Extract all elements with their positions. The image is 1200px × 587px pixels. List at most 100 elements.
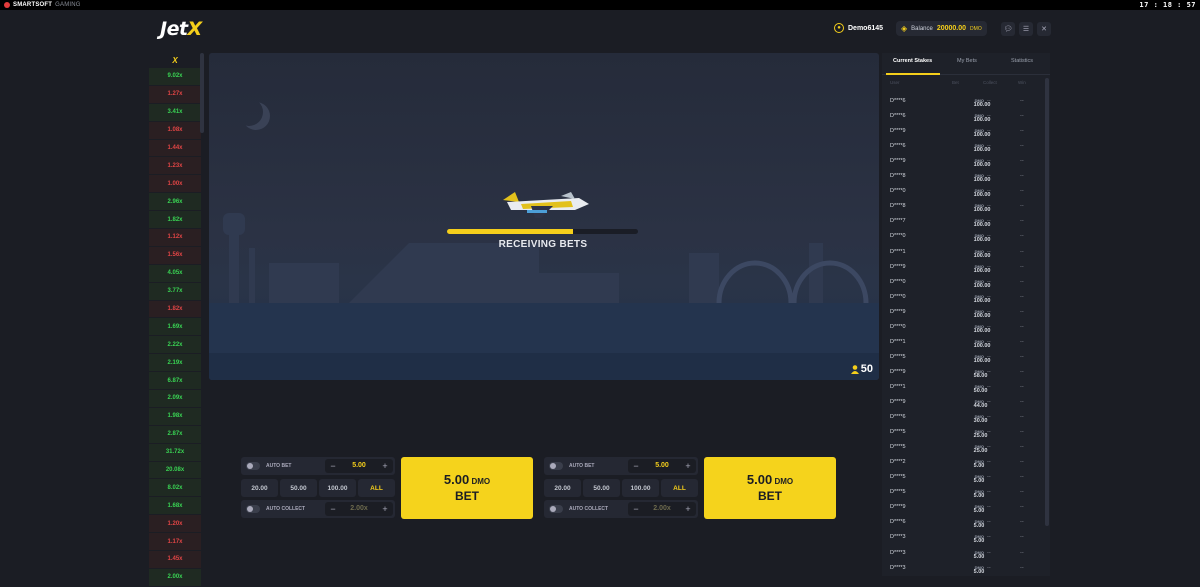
- stake-bet: 50.00 DMO: [973, 383, 988, 394]
- stake-bet: 44.00 DMO: [973, 399, 988, 409]
- stake-collect: --: [987, 323, 991, 330]
- stake-collect: --: [987, 128, 991, 135]
- stake-win: --: [1020, 549, 1024, 556]
- chip-20[interactable]: 20.00: [241, 479, 278, 497]
- bet-button-label: BET: [758, 489, 782, 503]
- chip-100[interactable]: 100.00: [319, 479, 356, 497]
- decrease-button[interactable]: −: [327, 460, 339, 472]
- history-multiplier: 31.72x: [149, 443, 201, 462]
- increase-button[interactable]: +: [379, 460, 391, 472]
- stake-bet: 100.00 DMO: [973, 128, 991, 139]
- bet-amount-stepper[interactable]: − 5.00 +: [628, 459, 696, 473]
- collect-value[interactable]: 2.00x: [642, 505, 682, 512]
- stake-row: D****9 100.00 DMO -- --: [882, 124, 1042, 139]
- stake-row: D****6 30.00 DMO -- --: [882, 410, 1042, 425]
- stake-bet: 30.00 DMO: [973, 414, 988, 425]
- column-user: User: [890, 80, 900, 85]
- stake-collect: --: [987, 248, 991, 255]
- auto-bet-toggle[interactable]: [246, 462, 260, 470]
- user-info[interactable]: ● Demo6145: [834, 23, 883, 33]
- stake-collect: --: [987, 534, 991, 541]
- close-button[interactable]: ✕: [1037, 22, 1051, 36]
- stakes-column-headers: User Bet Collect Win: [882, 80, 1042, 88]
- bet-button[interactable]: 5.00 DMO BET: [401, 457, 533, 519]
- increase-button[interactable]: +: [682, 460, 694, 472]
- stake-user: D****6: [890, 98, 906, 104]
- auto-bet-toggle[interactable]: [549, 462, 563, 470]
- tab-my-bets[interactable]: My Bets: [957, 58, 977, 64]
- auto-collect-toggle[interactable]: [549, 505, 563, 513]
- stake-user: D****9: [890, 504, 906, 511]
- stake-bet: 100.00 DMO: [973, 353, 991, 364]
- column-collect: Collect: [983, 80, 997, 85]
- decrease-button[interactable]: −: [630, 460, 642, 472]
- stake-win: --: [1020, 128, 1024, 135]
- stake-user: D****9: [890, 263, 906, 270]
- stake-collect: --: [987, 353, 991, 360]
- history-multiplier: 1.82x: [149, 211, 201, 230]
- collect-stepper[interactable]: − 2.00x +: [325, 502, 393, 516]
- stake-bet: 100.00 DMO: [973, 293, 991, 304]
- bet-amount-value[interactable]: 5.00: [339, 462, 379, 469]
- stake-collect: --: [987, 444, 991, 451]
- bet-button-amount: 5.00: [746, 472, 773, 487]
- bet-button[interactable]: 5.00 DMO BET: [704, 457, 836, 519]
- stake-user: D****5: [890, 429, 906, 436]
- history-multiplier: 3.41x: [149, 103, 201, 122]
- menu-button[interactable]: ☰: [1019, 22, 1033, 36]
- stake-user: D****1: [890, 248, 906, 255]
- stake-user: D****7: [890, 218, 906, 225]
- chip-50[interactable]: 50.00: [583, 479, 620, 497]
- stake-bet: 5.00 DMO: [973, 549, 985, 560]
- chip-50[interactable]: 50.00: [280, 479, 317, 497]
- stake-collect: --: [987, 98, 991, 104]
- stake-row: D****6 100.00 DMO -- --: [882, 109, 1042, 124]
- stake-bet: 100.00 DMO: [973, 143, 991, 154]
- stake-win: --: [1020, 98, 1024, 104]
- balance-currency: DMO: [970, 25, 982, 32]
- history-header: X: [172, 56, 178, 65]
- auto-collect-label: AUTO COLLECT: [266, 506, 306, 512]
- collect-stepper[interactable]: − 2.00x +: [628, 502, 696, 516]
- stake-user: D****6: [890, 519, 906, 526]
- stake-win: --: [1020, 233, 1024, 240]
- bet-panel-1: AUTO BET − 5.00 + 20.00 50.00 100.00 ALL…: [241, 457, 534, 519]
- stake-row: D****6 100.00 DMO -- --: [882, 139, 1042, 154]
- history-scrollbar[interactable]: [200, 53, 204, 133]
- collect-value[interactable]: 2.00x: [339, 505, 379, 512]
- collect-increase-button[interactable]: +: [682, 503, 694, 515]
- stake-user: D****6: [890, 143, 906, 150]
- balance-value: 20000.00: [936, 25, 967, 32]
- collect-decrease-button[interactable]: −: [327, 503, 339, 515]
- stake-win: --: [1020, 459, 1024, 466]
- stake-bet: 25.00 DMO: [973, 429, 988, 440]
- brand-suffix: GAMING: [55, 2, 81, 8]
- stake-win: --: [1020, 263, 1024, 270]
- stake-win: --: [1020, 203, 1024, 210]
- bet-amount-stepper[interactable]: − 5.00 +: [325, 459, 393, 473]
- stake-bet: 100.00 DMO: [973, 248, 991, 259]
- stakes-scrollbar[interactable]: [1045, 78, 1049, 526]
- stake-user: D****3: [890, 549, 906, 556]
- chip-100[interactable]: 100.00: [622, 479, 659, 497]
- stake-row: D****9 5.00 DMO -- --: [882, 500, 1042, 515]
- stake-collect: --: [987, 474, 991, 481]
- collect-decrease-button[interactable]: −: [630, 503, 642, 515]
- stake-collect: --: [987, 429, 991, 436]
- tab-statistics[interactable]: Statistics: [1011, 58, 1033, 64]
- chip-all[interactable]: ALL: [661, 479, 698, 497]
- stake-user: D****6: [890, 414, 906, 421]
- chat-button[interactable]: 💬︎: [1001, 22, 1015, 36]
- stake-user: D****5: [890, 444, 906, 451]
- stake-row: D****6 100.00 DMO -- --: [882, 94, 1042, 109]
- chip-all[interactable]: ALL: [358, 479, 395, 497]
- stake-row: D****3 5.00 DMO -- --: [882, 546, 1042, 561]
- auto-collect-toggle[interactable]: [246, 505, 260, 513]
- stake-collect: --: [987, 338, 991, 345]
- bet-amount-value[interactable]: 5.00: [642, 462, 682, 469]
- tab-current-stakes[interactable]: Current Stakes: [893, 58, 932, 64]
- collect-increase-button[interactable]: +: [379, 503, 391, 515]
- stake-bet: 100.00 DMO: [973, 233, 991, 244]
- chip-20[interactable]: 20.00: [544, 479, 581, 497]
- stakes-panel: Current Stakes My Bets Statistics User B…: [882, 53, 1050, 576]
